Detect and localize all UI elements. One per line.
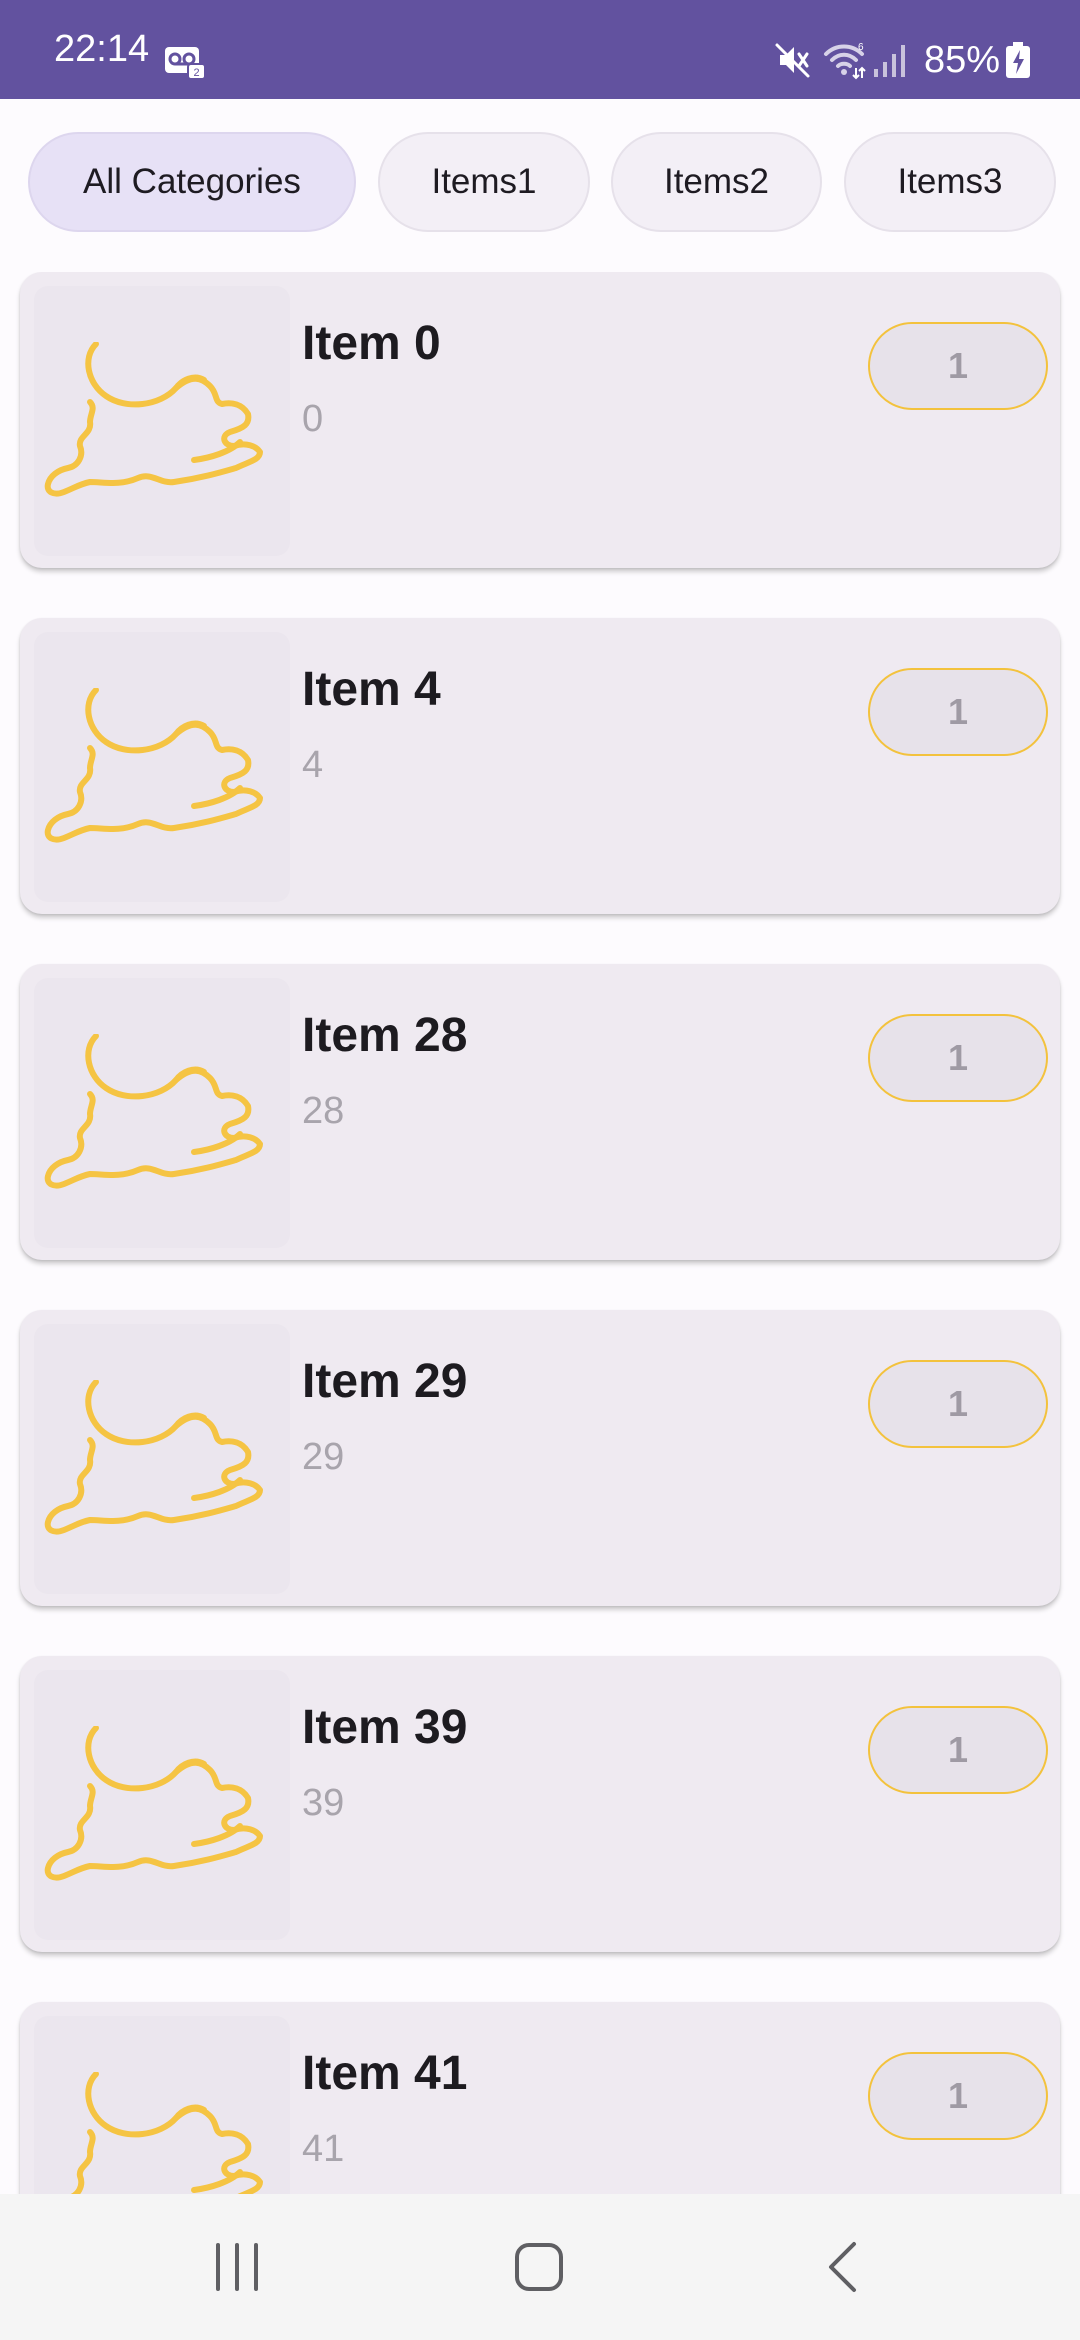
voicemail-icon: 2 bbox=[165, 47, 206, 80]
running-dog-icon bbox=[34, 1380, 290, 1540]
item-image bbox=[34, 1670, 290, 1940]
running-dog-icon bbox=[34, 1726, 290, 1886]
battery-charging-icon bbox=[1006, 42, 1030, 78]
quantity-button[interactable]: 1 bbox=[868, 1360, 1048, 1448]
item-card[interactable]: Item 28 28 1 bbox=[20, 964, 1060, 1260]
item-subtitle: 29 bbox=[302, 1436, 345, 1478]
item-subtitle: 4 bbox=[302, 744, 324, 786]
item-subtitle: 0 bbox=[302, 398, 324, 440]
quantity-button[interactable]: 1 bbox=[868, 668, 1048, 756]
item-card[interactable]: Item 0 0 1 bbox=[20, 272, 1060, 568]
recents-button[interactable] bbox=[157, 2194, 317, 2340]
item-subtitle: 28 bbox=[302, 1090, 345, 1132]
item-image bbox=[34, 1324, 290, 1594]
item-title: Item 0 bbox=[302, 317, 441, 370]
quantity-button[interactable]: 1 bbox=[868, 322, 1048, 410]
item-list: Item 0 0 1 Item 4 4 1 Item 28 28 1 Item … bbox=[0, 272, 1080, 2194]
category-chip-all[interactable]: All Categories bbox=[28, 132, 356, 232]
svg-text:6: 6 bbox=[858, 42, 864, 53]
back-button[interactable] bbox=[762, 2194, 922, 2340]
item-card[interactable]: Item 29 29 1 bbox=[20, 1310, 1060, 1606]
running-dog-icon bbox=[34, 688, 290, 848]
quantity-button[interactable]: 1 bbox=[868, 2052, 1048, 2140]
item-card[interactable]: Item 41 41 1 bbox=[20, 2002, 1060, 2194]
battery-percentage: 85% bbox=[923, 39, 1000, 81]
category-chip-items3[interactable]: Items3 bbox=[844, 132, 1056, 232]
recents-icon bbox=[216, 2243, 258, 2291]
item-image bbox=[34, 2016, 290, 2194]
item-card[interactable]: Item 39 39 1 bbox=[20, 1656, 1060, 1952]
item-title: Item 29 bbox=[302, 1355, 468, 1408]
home-button[interactable] bbox=[459, 2194, 619, 2340]
app-screen: 22:14 2 6 85% All Categories Items1 Item… bbox=[0, 0, 1080, 2340]
status-time: 22:14 bbox=[54, 28, 150, 70]
item-subtitle: 41 bbox=[302, 2128, 345, 2170]
mute-icon bbox=[775, 43, 810, 78]
running-dog-icon bbox=[34, 1034, 290, 1194]
status-bar: 22:14 2 6 85% bbox=[0, 0, 1080, 99]
item-title: Item 39 bbox=[302, 1701, 468, 1754]
category-filter-bar: All Categories Items1 Items2 Items3 bbox=[0, 132, 1080, 234]
quantity-button[interactable]: 1 bbox=[868, 1014, 1048, 1102]
running-dog-icon bbox=[34, 2072, 290, 2194]
back-icon bbox=[829, 2242, 856, 2292]
signal-icon bbox=[873, 45, 905, 77]
item-image bbox=[34, 978, 290, 1248]
category-chip-items2[interactable]: Items2 bbox=[611, 132, 822, 232]
quantity-button[interactable]: 1 bbox=[868, 1706, 1048, 1794]
item-subtitle: 39 bbox=[302, 1782, 345, 1824]
item-title: Item 4 bbox=[302, 663, 441, 716]
wifi-icon: 6 bbox=[823, 42, 866, 80]
item-card[interactable]: Item 4 4 1 bbox=[20, 618, 1060, 914]
home-icon bbox=[515, 2243, 563, 2291]
item-title: Item 28 bbox=[302, 1009, 468, 1062]
status-icons: 6 85% bbox=[774, 40, 1032, 80]
svg-text:2: 2 bbox=[193, 67, 199, 79]
category-chip-items1[interactable]: Items1 bbox=[378, 132, 590, 232]
item-image bbox=[34, 632, 290, 902]
item-image bbox=[34, 286, 290, 556]
system-nav-bar bbox=[0, 2194, 1080, 2340]
item-title: Item 41 bbox=[302, 2047, 468, 2100]
running-dog-icon bbox=[34, 342, 290, 502]
